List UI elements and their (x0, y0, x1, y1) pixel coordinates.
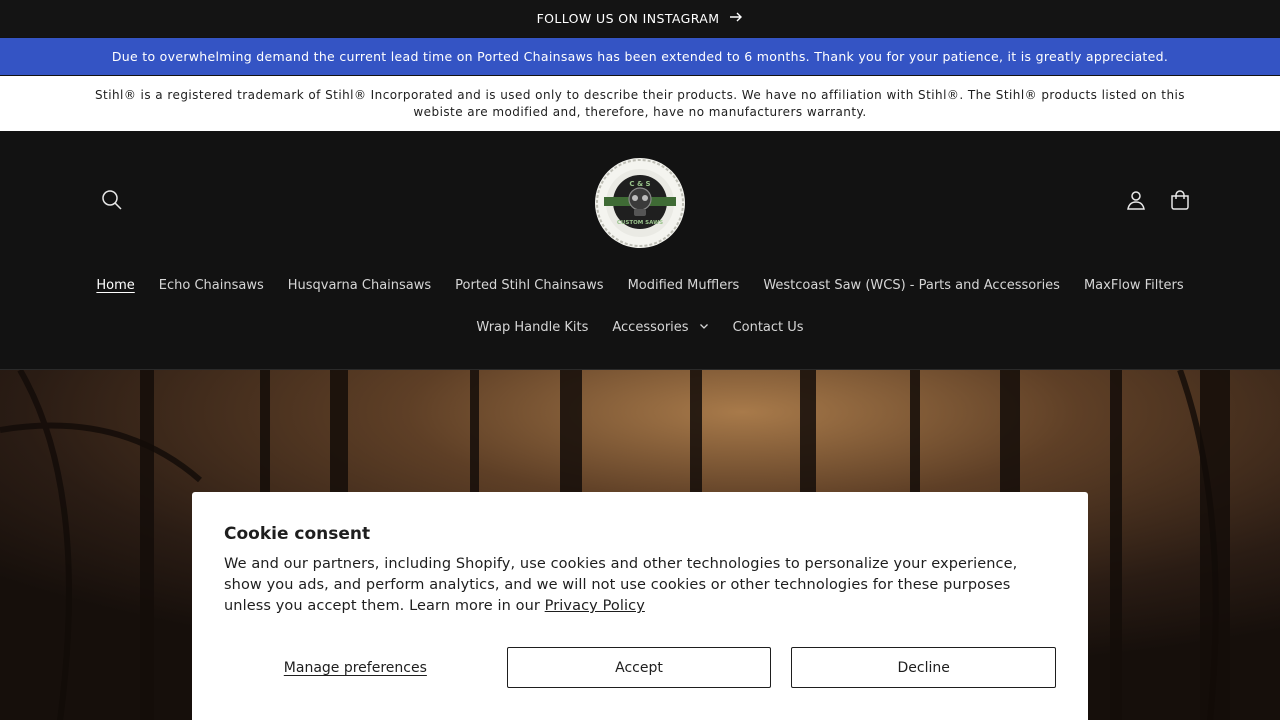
store-logo[interactable]: C & S CUSTOM SAWS (594, 157, 686, 249)
main-navigation: Home Echo Chainsaws Husqvarna Chainsaws … (0, 269, 1280, 343)
nav-item-ported-stihl-chainsaws[interactable]: Ported Stihl Chainsaws (455, 278, 603, 293)
cookie-consent-text: We and our partners, including Shopify, … (224, 554, 1056, 617)
decline-button[interactable]: Decline (791, 647, 1057, 688)
cookie-consent-title: Cookie consent (224, 524, 371, 544)
svg-text:C & S: C & S (629, 180, 650, 188)
nav-item-contact-us[interactable]: Contact Us (733, 320, 804, 335)
nav-item-husqvarna-chainsaws[interactable]: Husqvarna Chainsaws (288, 278, 431, 293)
user-icon (1125, 189, 1147, 215)
nav-item-accessories[interactable]: Accessories (612, 320, 708, 335)
cart-icon (1169, 189, 1191, 215)
manage-preferences-button[interactable]: Manage preferences (224, 647, 487, 688)
nav-item-maxflow-filters[interactable]: MaxFlow Filters (1084, 278, 1184, 293)
cookie-consent-dialog: Cookie consent We and our partners, incl… (192, 492, 1088, 720)
nav-row-primary: Home Echo Chainsaws Husqvarna Chainsaws … (0, 269, 1280, 301)
lead-time-notice-bar: Due to overwhelming demand the current l… (0, 38, 1280, 75)
nav-item-westcoast-saw[interactable]: Westcoast Saw (WCS) - Parts and Accessor… (763, 278, 1060, 293)
chevron-down-icon (699, 320, 709, 335)
privacy-policy-link[interactable]: Privacy Policy (545, 598, 645, 614)
trademark-notice-bar: Stihl® is a registered trademark of Stih… (0, 76, 1280, 131)
nav-item-accessories-label: Accessories (612, 319, 689, 335)
site-header: C & S CUSTOM SAWS Home Echo Chainsaws Hu… (0, 131, 1280, 369)
nav-item-wrap-handle-kits[interactable]: Wrap Handle Kits (476, 320, 588, 335)
cookie-consent-actions: Manage preferences Accept Decline (224, 647, 1057, 688)
lead-time-notice-text: Due to overwhelming demand the current l… (111, 49, 1169, 64)
instagram-link[interactable]: FOLLOW US ON INSTAGRAM (537, 11, 720, 26)
nav-item-modified-mufflers[interactable]: Modified Mufflers (628, 278, 740, 293)
nav-item-echo-chainsaws[interactable]: Echo Chainsaws (159, 278, 264, 293)
account-button[interactable] (1118, 184, 1154, 220)
search-icon (101, 189, 123, 215)
instagram-announcement-bar[interactable]: FOLLOW US ON INSTAGRAM (0, 0, 1280, 37)
nav-row-secondary: Wrap Handle Kits Accessories Contact Us (0, 311, 1280, 343)
trademark-notice-text: Stihl® is a registered trademark of Stih… (94, 87, 1186, 119)
svg-text:CUSTOM SAWS: CUSTOM SAWS (617, 220, 663, 226)
arrow-right-icon (729, 10, 743, 27)
nav-item-home[interactable]: Home (96, 278, 134, 293)
search-button[interactable] (94, 184, 130, 220)
accept-button[interactable]: Accept (506, 647, 772, 688)
cart-button[interactable] (1162, 184, 1198, 220)
